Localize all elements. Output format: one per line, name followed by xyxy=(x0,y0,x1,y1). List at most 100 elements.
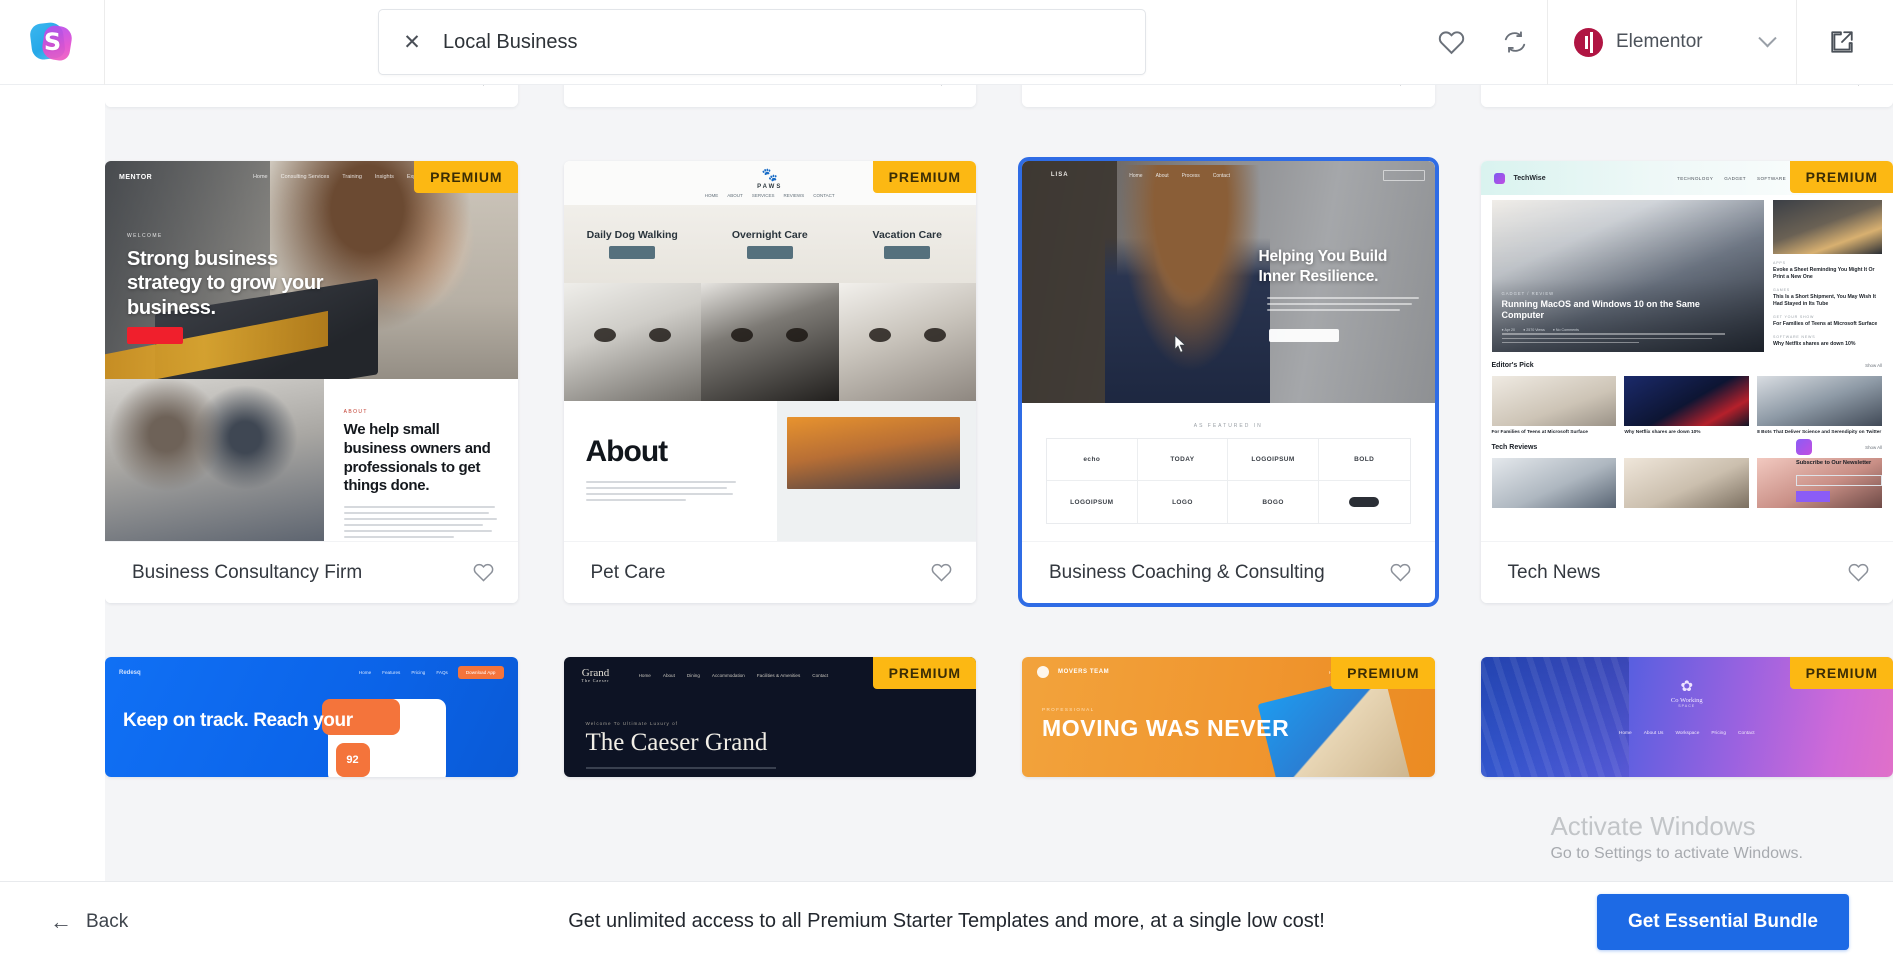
preview-nav-link: Process xyxy=(1181,173,1200,179)
search-input[interactable] xyxy=(443,30,1123,54)
get-essential-bundle-button[interactable]: Get Essential Bundle xyxy=(1596,893,1849,950)
preview-cta-button: Download App xyxy=(457,666,504,679)
favorites-heart-icon[interactable] xyxy=(1419,0,1483,85)
preview-section-title: Tech Reviews xyxy=(1491,444,1538,452)
sync-refresh-icon[interactable] xyxy=(1483,0,1547,85)
favorite-heart-icon[interactable] xyxy=(1848,85,1869,87)
preview-nav-link: Facilities & Amenities xyxy=(756,673,801,678)
preview-service-title: Overnight Care xyxy=(731,228,808,241)
template-title: Business Coaching & Consulting xyxy=(1049,561,1325,583)
preview-service-title: Vacation Care xyxy=(872,228,942,241)
preview-about: About xyxy=(563,401,976,541)
template-card[interactable]: Digital Agency xyxy=(1480,85,1893,107)
preview-brand: ✿ Co Working SPACE xyxy=(1670,678,1703,708)
template-preview[interactable]: TechWise TECHNOLOGY GADGET SOFTWARE APPS… xyxy=(1480,161,1893,541)
preview-nav-link: Home xyxy=(1618,731,1632,736)
favorite-heart-icon[interactable] xyxy=(1390,85,1411,87)
preview-nav-link: HOME xyxy=(704,193,719,198)
template-preview[interactable]: 🐾 PAWS HOME ABOUT SERVICES REVIEWS CONTA… xyxy=(563,161,976,541)
favorite-heart-icon[interactable] xyxy=(931,85,952,87)
template-card-tech-news[interactable]: TechWise TECHNOLOGY GADGET SOFTWARE APPS… xyxy=(1480,161,1893,603)
template-card[interactable]: MOVERS TEAM Home About Services Contact … xyxy=(1022,657,1435,777)
search-box[interactable]: ✕ xyxy=(378,9,1146,75)
promo-text: Get unlimited access to all Premium Star… xyxy=(568,910,1325,932)
back-button[interactable]: ← Back xyxy=(50,910,128,933)
template-card[interactable]: Local Business xyxy=(563,85,976,107)
preview-nav-link: About Us xyxy=(1643,731,1664,736)
open-external-button[interactable] xyxy=(1797,0,1887,85)
preview-sidebar-kicker: GET YOUR SHOW xyxy=(1773,315,1815,320)
template-preview[interactable]: MOVERS TEAM Home About Services Contact … xyxy=(1022,657,1435,777)
template-title: Tech News xyxy=(1507,561,1601,583)
preview-nav: HOME ABOUT SERVICES REVIEWS CONTACT xyxy=(705,193,835,198)
preview-site: LISA Home About Process Contact Helping … xyxy=(1022,161,1435,541)
premium-badge: PREMIUM xyxy=(872,161,976,193)
template-card[interactable]: Redesq Home Features Pricing FAQs Downlo… xyxy=(105,657,518,777)
favorite-heart-icon[interactable] xyxy=(931,562,952,583)
template-card[interactable]: Business Magazine xyxy=(105,85,518,107)
elementor-logo-icon xyxy=(1574,27,1603,57)
preview-nav-link: Workspace xyxy=(1675,731,1700,736)
preview-editors-pick: Editor's Pick Show All For Families of T… xyxy=(1481,352,1893,436)
preview-article-card xyxy=(1491,458,1617,509)
preview-logo-grid: echo TODAY LOGOIPSUM BOLD LOGOIPSUM LOGO… xyxy=(1046,438,1411,524)
template-card-business-consultancy-firm[interactable]: MENTOR Home Consulting Services Training… xyxy=(105,161,518,603)
favorite-heart-icon[interactable] xyxy=(1848,562,1869,583)
preview-services: Daily Dog Walking Overnight Care Vacatio… xyxy=(563,205,976,401)
preview-nav-link: TECHNOLOGY xyxy=(1677,175,1714,181)
app-header: S ✕ Elementor xyxy=(0,0,1893,85)
template-title: Business Magazine xyxy=(132,85,297,87)
preview-sidebar-kicker: SOFTWARE NEWS xyxy=(1773,335,1816,340)
preview-cta-button xyxy=(1268,329,1339,342)
preview-headline: The Caeser Grand xyxy=(585,729,768,756)
template-title: Digital Agency xyxy=(1508,85,1628,87)
template-grid-canvas[interactable]: Business Magazine Local Business Busines… xyxy=(105,85,1893,881)
clear-search-icon[interactable]: ✕ xyxy=(401,31,423,53)
template-preview[interactable]: Grand The Caeser Home About Dining Accomm… xyxy=(563,657,976,777)
template-preview[interactable]: ✿ Co Working SPACE Home About Us Workspa… xyxy=(1480,657,1893,777)
preview-brand: Redesq xyxy=(119,669,141,676)
premium-badge: PREMIUM xyxy=(1331,657,1435,689)
template-card[interactable]: Grand The Caeser Home About Dining Accomm… xyxy=(563,657,976,777)
template-card[interactable]: Business Blog xyxy=(1022,85,1435,107)
template-title: Local Business xyxy=(591,85,719,87)
preview-sidebar-item: GET YOUR SHOW For Families of Teens at M… xyxy=(1773,315,1882,328)
preview-nav-link: Home xyxy=(1129,173,1143,179)
preview-brand: Grand The Caeser xyxy=(581,667,610,683)
preview-nav-link: About xyxy=(662,673,675,678)
preview-headline: Keep on track. Reach your xyxy=(123,710,353,731)
starter-templates-logo-icon: S xyxy=(28,20,74,64)
preview-article-card xyxy=(1624,458,1750,509)
preview-logo: LOGO xyxy=(1138,481,1229,523)
template-card[interactable]: ✿ Co Working SPACE Home About Us Workspa… xyxy=(1480,657,1893,777)
preview-about-headline: About xyxy=(585,435,669,468)
page-builder-label: Elementor xyxy=(1616,31,1703,52)
preview-nav-link: Dining xyxy=(686,673,700,678)
template-preview[interactable]: Redesq Home Features Pricing FAQs Downlo… xyxy=(105,657,518,777)
preview-site: Redesq Home Features Pricing FAQs Downlo… xyxy=(105,657,518,777)
template-card-business-coaching-and-consulting[interactable]: LISA Home About Process Contact Helping … xyxy=(1018,157,1439,607)
template-card-footer: Digital Agency xyxy=(1480,85,1893,107)
preview-nav-link: Contact xyxy=(1212,173,1230,179)
preview-sidebar-item: GAMES This Is a Short Shipment, You May … xyxy=(1773,288,1882,308)
template-card-footer: Tech News xyxy=(1480,541,1893,603)
preview-site: MENTOR Home Consulting Services Training… xyxy=(105,161,518,541)
preview-nav-link: Training xyxy=(342,174,362,180)
preview-nav-link: Features xyxy=(382,670,401,675)
preview-hero: LISA Home About Process Contact Helping … xyxy=(1022,161,1435,403)
preview-newsletter-title: Subscribe to Our Newsletter xyxy=(1796,460,1872,466)
template-title: Business Blog xyxy=(1049,85,1169,87)
template-title: Pet Care xyxy=(590,561,666,583)
app-logo[interactable]: S xyxy=(0,0,105,85)
template-card-pet-care[interactable]: 🐾 PAWS HOME ABOUT SERVICES REVIEWS CONTA… xyxy=(563,161,976,603)
favorite-heart-icon[interactable] xyxy=(473,562,494,583)
preview-nav-link: FAQs xyxy=(436,670,448,675)
template-preview[interactable]: MENTOR Home Consulting Services Training… xyxy=(105,161,518,541)
preview-kicker: WELCOME xyxy=(127,233,163,239)
chevron-down-icon xyxy=(1758,28,1777,47)
preview-logo xyxy=(1319,481,1410,523)
template-preview[interactable]: LISA Home About Process Contact Helping … xyxy=(1022,161,1435,541)
page-builder-dropdown[interactable]: Elementor xyxy=(1548,0,1796,85)
favorite-heart-icon[interactable] xyxy=(473,85,494,87)
favorite-heart-icon[interactable] xyxy=(1390,562,1411,583)
